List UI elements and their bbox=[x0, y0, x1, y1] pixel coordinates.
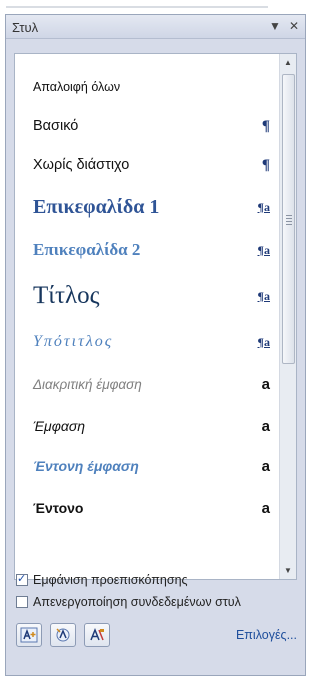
styles-list: Απαλοιφή όλων Βασικό ¶ Χωρίς διάστιχο ¶ … bbox=[14, 53, 297, 580]
style-inspector-icon bbox=[56, 628, 70, 642]
scroll-down-icon[interactable]: ▼ bbox=[280, 562, 296, 579]
disable-linked-option[interactable]: Απενεργοποίηση συνδεδεμένων στυλ bbox=[16, 595, 241, 609]
chevron-down-icon[interactable]: ▼ bbox=[269, 19, 281, 33]
style-item-subtle-emphasis[interactable]: Διακριτική έμφαση a bbox=[15, 368, 279, 400]
style-name: Έντονη έμφαση bbox=[33, 458, 139, 474]
style-item-heading-2[interactable]: Επικεφαλίδα 2 ¶a bbox=[15, 234, 279, 266]
character-style-icon: a bbox=[261, 457, 270, 475]
character-style-icon: a bbox=[261, 417, 270, 435]
disable-linked-checkbox[interactable] bbox=[16, 596, 28, 608]
pane-controls: ▼ ✕ bbox=[269, 19, 299, 33]
disable-linked-label: Απενεργοποίηση συνδεδεμένων στυλ bbox=[33, 595, 241, 609]
style-name: Χωρίς διάστιχο bbox=[33, 157, 130, 173]
show-preview-checkbox[interactable] bbox=[16, 572, 28, 586]
style-name: Έμφαση bbox=[33, 418, 86, 434]
style-item-clear-all[interactable]: Απαλοιφή όλων bbox=[15, 74, 279, 100]
top-divider bbox=[6, 6, 268, 8]
character-style-icon: a bbox=[261, 499, 270, 517]
linked-style-icon: ¶a bbox=[257, 288, 270, 303]
pane-toolbar bbox=[16, 623, 110, 647]
style-name: Διακριτική έμφαση bbox=[33, 376, 142, 392]
manage-styles-icon bbox=[90, 627, 104, 641]
manage-styles-button[interactable] bbox=[84, 623, 110, 647]
linked-style-icon: ¶a bbox=[257, 242, 270, 257]
style-name: Έντονο bbox=[33, 500, 84, 516]
new-style-button[interactable] bbox=[16, 623, 42, 647]
style-name: Επικεφαλίδα 2 bbox=[33, 240, 141, 259]
style-item-heading-1[interactable]: Επικεφαλίδα 1 ¶a bbox=[15, 190, 279, 224]
style-item-normal[interactable]: Βασικό ¶ bbox=[15, 111, 279, 141]
style-item-emphasis[interactable]: Έμφαση a bbox=[15, 410, 279, 442]
character-style-icon: a bbox=[261, 375, 270, 393]
options-link[interactable]: Επιλογές... bbox=[236, 628, 297, 642]
pane-titlebar: Στυλ ▼ ✕ bbox=[6, 15, 305, 39]
list-scrollbar[interactable]: ▲ ▼ bbox=[279, 54, 296, 579]
close-icon[interactable]: ✕ bbox=[289, 19, 299, 33]
style-inspector-button[interactable] bbox=[50, 623, 76, 647]
top-strip bbox=[0, 0, 308, 12]
style-name: Επικεφαλίδα 1 bbox=[33, 195, 160, 218]
style-name: Βασικό bbox=[33, 118, 79, 134]
style-name: Υπότιτλος bbox=[33, 333, 114, 350]
linked-style-icon: ¶a bbox=[257, 334, 270, 349]
style-name: Τίτλος bbox=[33, 282, 100, 309]
style-item-subtitle[interactable]: Υπότιτλος ¶a bbox=[15, 326, 279, 358]
style-item-no-spacing[interactable]: Χωρίς διάστιχο ¶ bbox=[15, 150, 279, 180]
paragraph-mark-icon: ¶ bbox=[261, 156, 270, 173]
show-preview-option[interactable]: Εμφάνιση προεπισκόπησης bbox=[16, 572, 188, 587]
paragraph-mark-icon: ¶ bbox=[261, 117, 270, 134]
scrollbar-thumb[interactable] bbox=[282, 74, 295, 364]
pane-title: Στυλ bbox=[12, 20, 39, 35]
style-name: Απαλοιφή όλων bbox=[33, 80, 121, 94]
new-style-icon bbox=[20, 627, 38, 643]
styles-pane: Στυλ ▼ ✕ Απαλοιφή όλων Βασικό ¶ Χωρίς δι… bbox=[5, 14, 306, 676]
linked-style-icon: ¶a bbox=[257, 199, 270, 214]
show-preview-label: Εμφάνιση προεπισκόπησης bbox=[33, 573, 188, 587]
style-item-intense-emphasis[interactable]: Έντονη έμφαση a bbox=[15, 450, 279, 482]
scroll-up-icon[interactable]: ▲ bbox=[280, 54, 296, 71]
grip-icon bbox=[286, 215, 292, 227]
style-item-strong[interactable]: Έντονο a bbox=[15, 492, 279, 524]
style-item-title[interactable]: Τίτλος ¶a bbox=[15, 276, 279, 316]
